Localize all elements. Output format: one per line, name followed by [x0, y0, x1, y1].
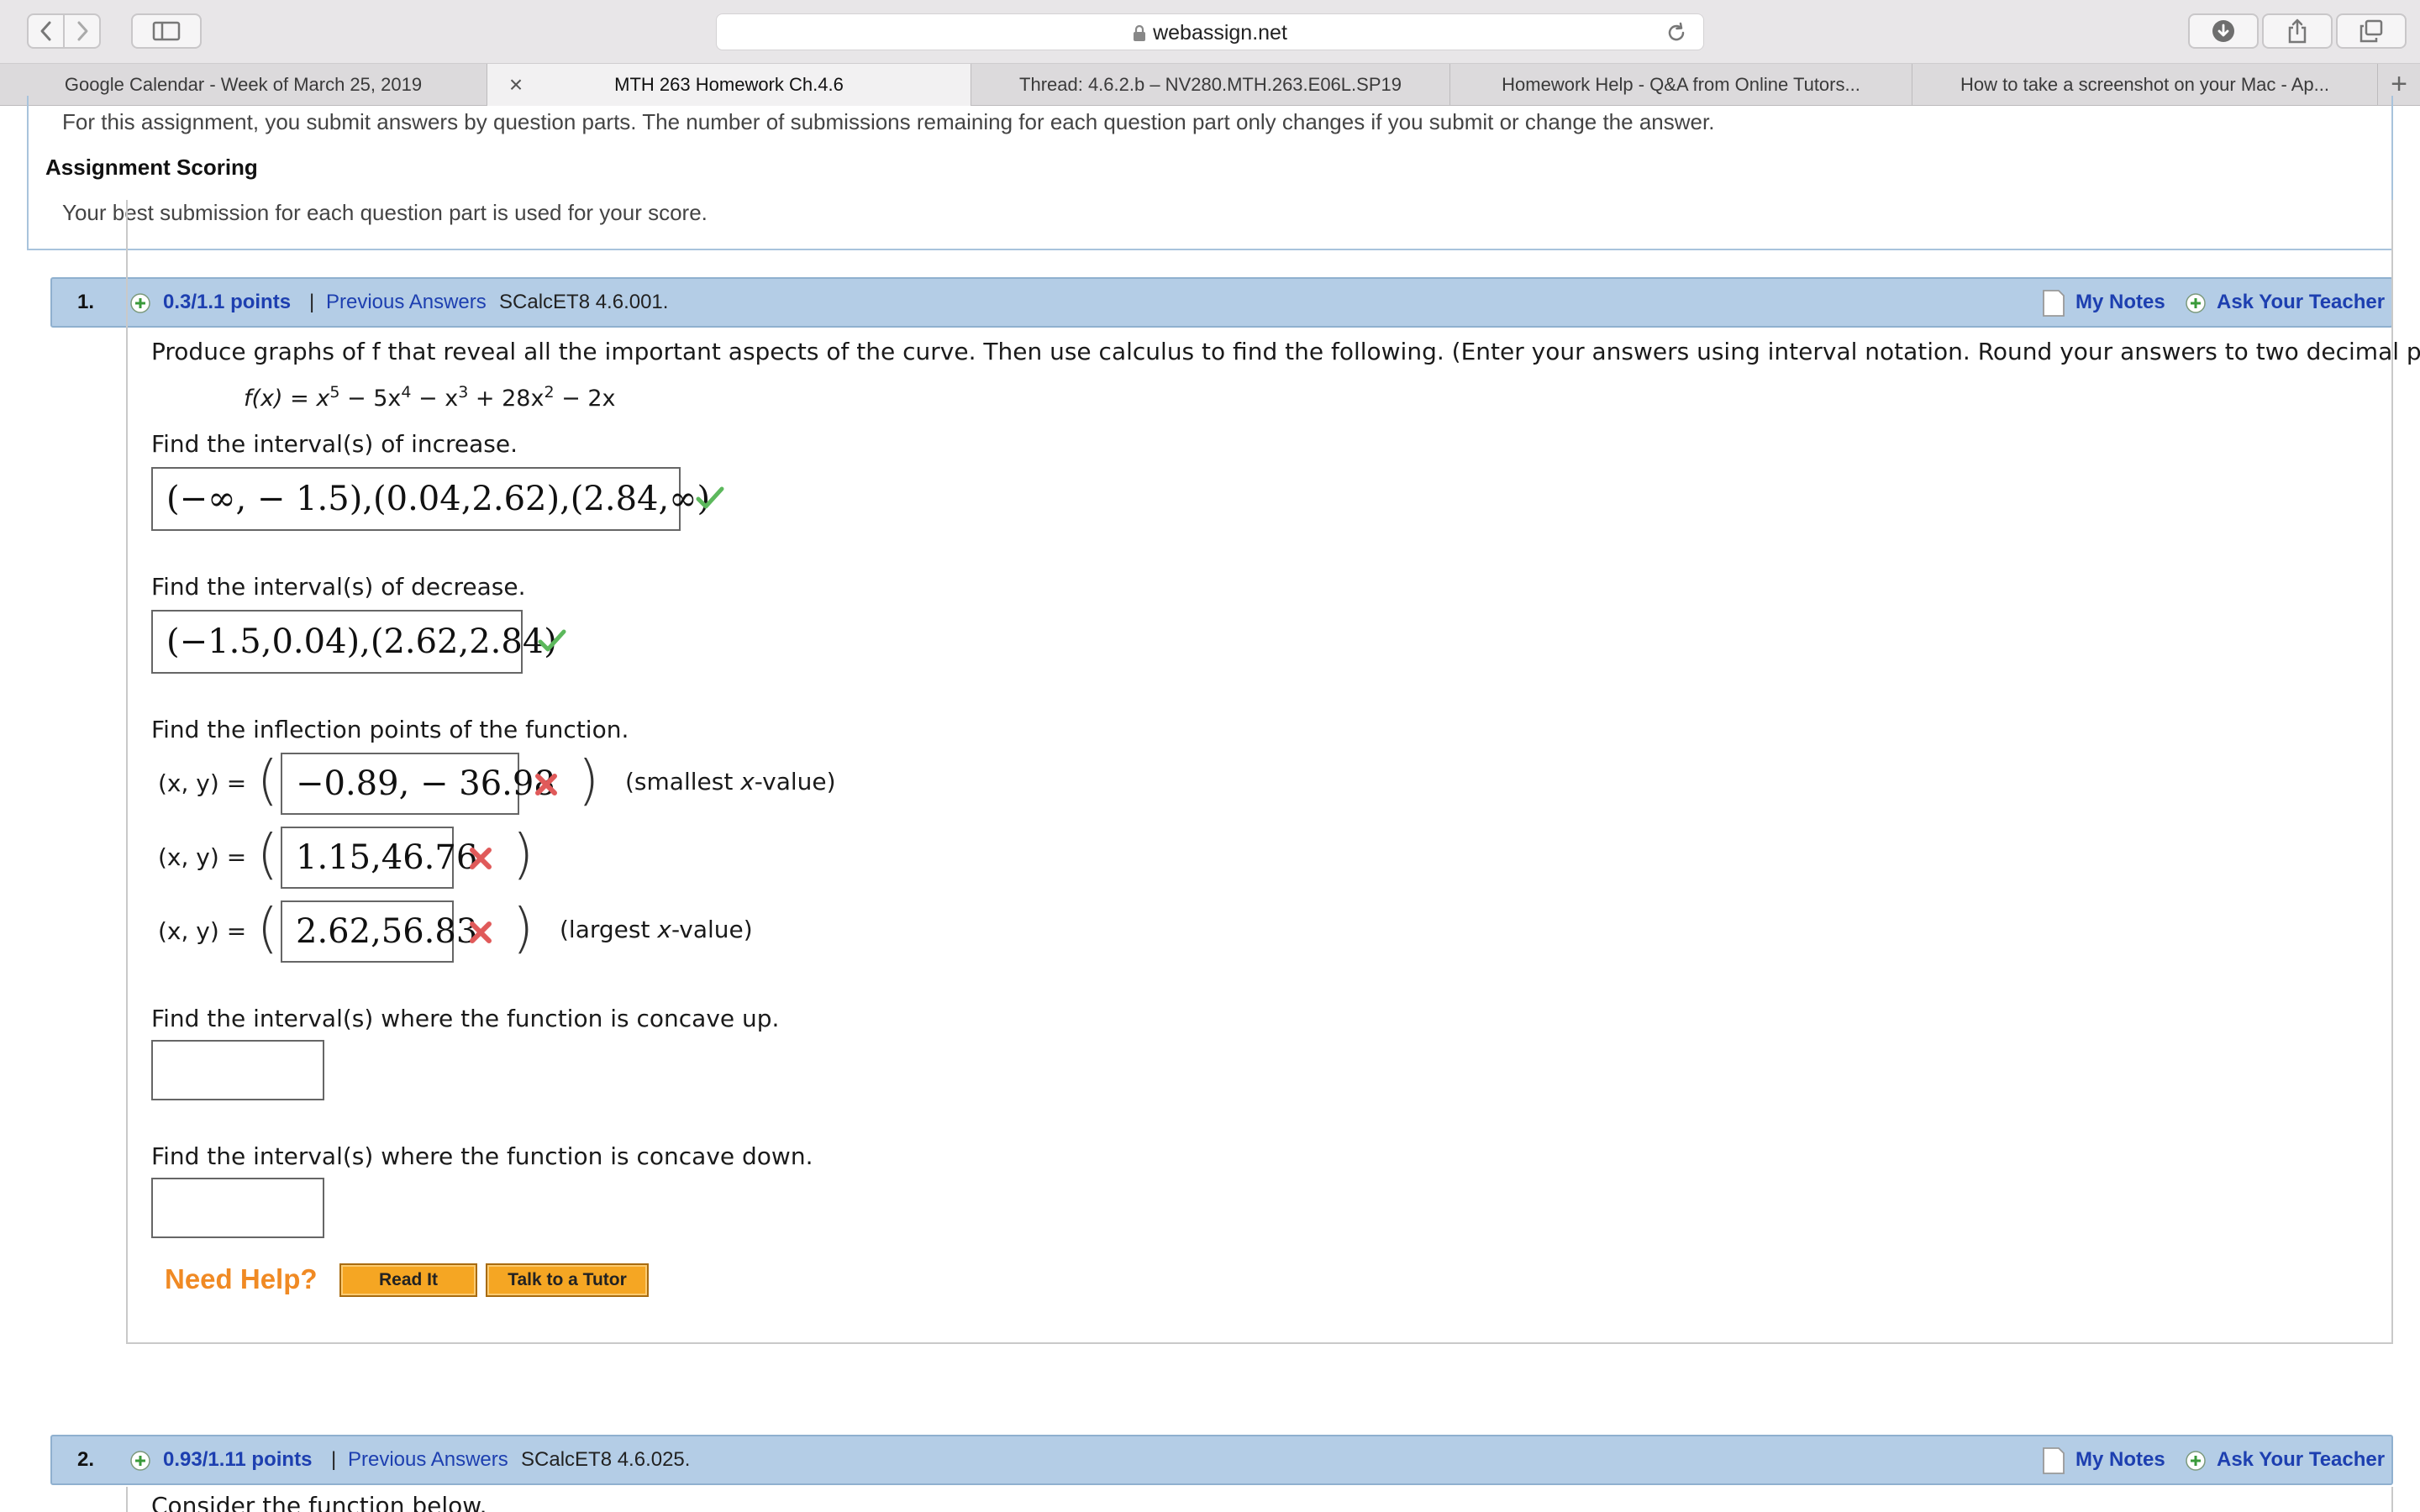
- function-term: + 28x: [468, 386, 544, 412]
- open-paren: (: [257, 898, 278, 960]
- points-link[interactable]: 0.93/1.11 points: [163, 1436, 312, 1483]
- tab-label: Google Calendar - Week of March 25, 2019: [64, 74, 423, 95]
- downloads-button[interactable]: [2188, 13, 2259, 49]
- close-paren: ): [578, 750, 599, 812]
- inflection-answer-field-2[interactable]: 1.15,46.76: [281, 827, 477, 889]
- function-term: − 2x: [554, 386, 616, 412]
- open-paren: (: [257, 824, 278, 886]
- increase-answer-field[interactable]: (−∞, − 1.5),(0.04,2.62),(2.84,∞): [151, 467, 710, 531]
- address-display: webassign.net: [717, 14, 1703, 51]
- inflection-answer-value: 1.15,46.76: [296, 838, 478, 877]
- concave-down-label: Find the interval(s) where the function …: [151, 1142, 813, 1170]
- note-text: (largest: [560, 916, 658, 943]
- note-text: (smallest: [625, 768, 741, 795]
- inflection-answer-value: −0.89, − 36.98: [296, 764, 555, 803]
- cross-icon: [535, 774, 557, 795]
- browser-toolbar: webassign.net: [0, 0, 2420, 64]
- reload-icon[interactable]: [1665, 21, 1688, 45]
- need-help-label: Need Help?: [165, 1263, 318, 1294]
- xy-label: (x, y) =: [158, 769, 247, 797]
- open-paren: (: [257, 750, 278, 812]
- header-separator: |: [331, 1448, 337, 1471]
- tab-overview-button[interactable]: [2336, 13, 2407, 49]
- my-notes-link[interactable]: My Notes: [2075, 1436, 2165, 1483]
- talk-to-tutor-button[interactable]: Talk to a Tutor: [486, 1263, 649, 1297]
- function-lhs: f(x) = x: [244, 386, 330, 412]
- function-term: − 5x: [339, 386, 402, 412]
- xy-label: (x, y) =: [158, 917, 247, 945]
- tab-label: MTH 263 Homework Ch.4.6: [614, 74, 844, 95]
- download-icon: [2212, 20, 2234, 42]
- close-paren: ): [513, 898, 534, 960]
- tab-label: Thread: 4.6.2.b – NV280.MTH.263.E06L.SP1…: [1019, 74, 1402, 95]
- smallest-x-note: (smallest x-value): [625, 768, 836, 795]
- plus-circle-icon[interactable]: [129, 1450, 151, 1472]
- plus-circle-icon: [2186, 1451, 2206, 1471]
- concave-down-input[interactable]: [151, 1178, 324, 1238]
- question-number: 1.: [77, 291, 95, 313]
- check-icon: [538, 629, 566, 652]
- share-button[interactable]: [2262, 13, 2333, 49]
- close-paren: ): [513, 824, 534, 886]
- check-icon: [696, 486, 724, 509]
- cross-icon: [470, 921, 492, 943]
- sidebar-button[interactable]: [131, 13, 202, 49]
- exponent: 3: [458, 383, 469, 402]
- question-2-prompt: Consider the function below.: [151, 1492, 487, 1512]
- concave-up-label: Find the interval(s) where the function …: [151, 1005, 780, 1032]
- inflection-answer-field-3[interactable]: 2.62,56.83: [281, 900, 477, 963]
- exponent: 4: [401, 383, 412, 402]
- sidebar-icon: [152, 21, 181, 41]
- exponent: 2: [544, 383, 555, 402]
- function-term: − x: [411, 386, 459, 412]
- inflection-answer-field-1[interactable]: −0.89, − 36.98: [281, 753, 555, 815]
- tab-label: Homework Help - Q&A from Online Tutors..…: [1502, 74, 1860, 95]
- tab-label: How to take a screenshot on your Mac - A…: [1960, 74, 2329, 95]
- question-number: 2.: [77, 1448, 95, 1471]
- note-icon: [2043, 1447, 2065, 1474]
- exponent: 5: [329, 383, 340, 402]
- read-it-button[interactable]: Read It: [339, 1263, 477, 1297]
- question-code: SCalcET8 4.6.025.: [521, 1448, 691, 1471]
- submission-info-text: For this assignment, you submit answers …: [62, 109, 1715, 134]
- question-2-header: 2. 0.93/1.11 points | Previous Answers S…: [50, 1435, 2393, 1485]
- ask-teacher-link[interactable]: Ask Your Teacher: [2217, 1436, 2385, 1483]
- lock-icon: [1134, 24, 1146, 41]
- xy-label: (x, y) =: [158, 843, 247, 871]
- address-url: webassign.net: [1153, 21, 1287, 45]
- question-prompt: Produce graphs of f that reveal all the …: [151, 338, 2420, 365]
- note-text: -value): [754, 768, 836, 795]
- function-definition: f(x) = x5 − 5x4 − x3 + 28x2 − 2x: [244, 383, 616, 412]
- decrease-label: Find the interval(s) of decrease.: [151, 573, 526, 601]
- share-icon: [2288, 18, 2307, 44]
- previous-answers-link[interactable]: Previous Answers: [348, 1436, 508, 1483]
- cross-icon: [470, 848, 492, 869]
- decrease-answer-value: (−1.5,0.04),(2.62,2.84): [166, 622, 557, 661]
- tabs-overview-icon: [2360, 19, 2383, 43]
- note-text: -value): [671, 916, 753, 943]
- inflection-answer-value: 2.62,56.83: [296, 912, 478, 951]
- note-variable: x: [740, 768, 755, 795]
- history-nav: [27, 13, 101, 49]
- concave-up-input[interactable]: [151, 1040, 324, 1100]
- scoring-heading: Assignment Scoring: [45, 155, 258, 180]
- forward-button[interactable]: [63, 15, 99, 47]
- decrease-answer-field[interactable]: (−1.5,0.04),(2.62,2.84): [151, 610, 557, 674]
- increase-answer-value: (−∞, − 1.5),(0.04,2.62),(2.84,∞): [166, 480, 711, 518]
- back-button[interactable]: [29, 15, 63, 47]
- largest-x-note: (largest x-value): [560, 916, 753, 943]
- question-2-panel: Consider the function below.: [126, 1487, 2393, 1512]
- address-bar[interactable]: webassign.net: [716, 13, 1704, 50]
- increase-label: Find the interval(s) of increase.: [151, 430, 518, 458]
- chevron-left-icon: [40, 21, 50, 41]
- inflection-label: Find the inflection points of the functi…: [151, 716, 629, 743]
- chevron-right-icon: [77, 21, 87, 41]
- note-variable: x: [657, 916, 671, 943]
